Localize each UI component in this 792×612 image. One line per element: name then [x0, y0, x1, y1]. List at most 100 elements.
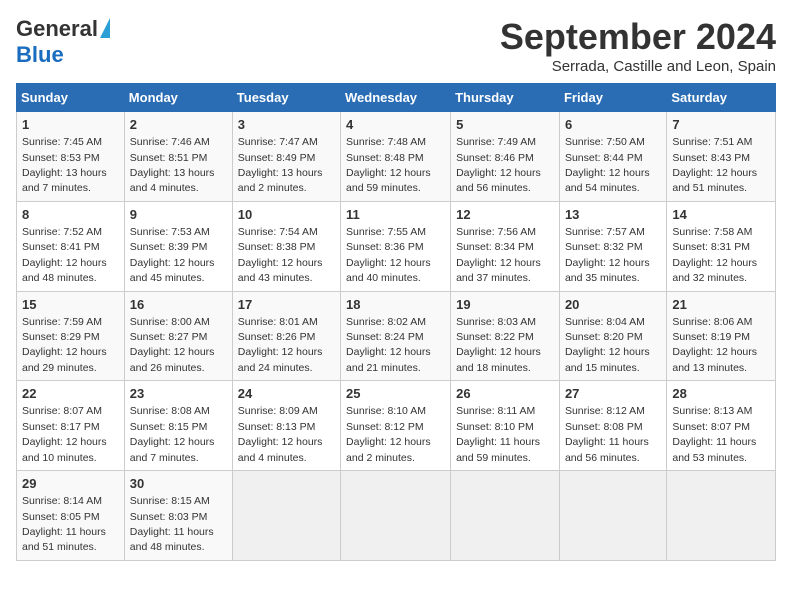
- calendar-cell: 17Sunrise: 8:01 AMSunset: 8:26 PMDayligh…: [232, 291, 340, 381]
- calendar-week-1: 1 Sunrise: 7:45 AMSunset: 8:53 PMDaylight…: [17, 112, 776, 202]
- calendar-cell: 7 Sunrise: 7:51 AMSunset: 8:43 PMDaylight…: [667, 112, 776, 202]
- day-number: 1: [22, 116, 119, 134]
- calendar-cell: 13 Sunrise: 7:57 AMSunset: 8:32 PMDayligh…: [559, 201, 666, 291]
- day-detail: Sunrise: 8:14 AMSunset: 8:05 PMDaylight:…: [22, 495, 106, 553]
- calendar-cell: 23 Sunrise: 8:08 AMSunset: 8:15 PMDayligh…: [124, 381, 232, 471]
- calendar-cell: 10 Sunrise: 7:54 AMSunset: 8:38 PMDayligh…: [232, 201, 340, 291]
- day-detail: Sunrise: 8:03 AMSunset: 8:22 PMDaylight:…: [456, 316, 541, 374]
- page-header: General Blue September 2024 Serrada, Cas…: [16, 16, 776, 75]
- weekday-header-wednesday: Wednesday: [341, 84, 451, 112]
- logo: General Blue: [16, 16, 110, 68]
- calendar-cell: 16Sunrise: 8:00 AMSunset: 8:27 PMDayligh…: [124, 291, 232, 381]
- day-detail: Sunrise: 7:48 AMSunset: 8:48 PMDaylight:…: [346, 136, 431, 194]
- day-number: 2: [130, 116, 227, 134]
- weekday-header-thursday: Thursday: [451, 84, 560, 112]
- day-number: 25: [346, 385, 445, 403]
- calendar-cell: 14 Sunrise: 7:58 AMSunset: 8:31 PMDayligh…: [667, 201, 776, 291]
- calendar-cell: 5Sunrise: 7:49 AMSunset: 8:46 PMDaylight…: [451, 112, 560, 202]
- day-number: 12: [456, 206, 554, 224]
- calendar-body: 1 Sunrise: 7:45 AMSunset: 8:53 PMDaylight…: [17, 112, 776, 561]
- calendar-cell: [451, 471, 560, 561]
- day-detail: Sunrise: 7:59 AMSunset: 8:29 PMDaylight:…: [22, 316, 107, 374]
- day-number: 29: [22, 475, 119, 493]
- calendar-table: SundayMondayTuesdayWednesdayThursdayFrid…: [16, 83, 776, 561]
- weekday-header-monday: Monday: [124, 84, 232, 112]
- calendar-week-5: 29 Sunrise: 8:14 AMSunset: 8:05 PMDayligh…: [17, 471, 776, 561]
- calendar-week-2: 8Sunrise: 7:52 AMSunset: 8:41 PMDaylight…: [17, 201, 776, 291]
- day-detail: Sunrise: 7:57 AMSunset: 8:32 PMDaylight:…: [565, 226, 650, 284]
- day-detail: Sunrise: 8:09 AMSunset: 8:13 PMDaylight:…: [238, 405, 323, 463]
- calendar-cell: 24 Sunrise: 8:09 AMSunset: 8:13 PMDayligh…: [232, 381, 340, 471]
- day-number: 13: [565, 206, 661, 224]
- day-detail: Sunrise: 8:12 AMSunset: 8:08 PMDaylight:…: [565, 405, 649, 463]
- calendar-cell: 18Sunrise: 8:02 AMSunset: 8:24 PMDayligh…: [341, 291, 451, 381]
- day-number: 22: [22, 385, 119, 403]
- day-number: 6: [565, 116, 661, 134]
- day-number: 24: [238, 385, 335, 403]
- day-number: 14: [672, 206, 770, 224]
- calendar-cell: 11 Sunrise: 7:55 AMSunset: 8:36 PMDayligh…: [341, 201, 451, 291]
- calendar-cell: 25 Sunrise: 8:10 AMSunset: 8:12 PMDayligh…: [341, 381, 451, 471]
- calendar-cell: 3 Sunrise: 7:47 AMSunset: 8:49 PMDaylight…: [232, 112, 340, 202]
- calendar-cell: 9Sunrise: 7:53 AMSunset: 8:39 PMDaylight…: [124, 201, 232, 291]
- day-detail: Sunrise: 7:58 AMSunset: 8:31 PMDaylight:…: [672, 226, 757, 284]
- day-number: 21: [672, 296, 770, 314]
- day-detail: Sunrise: 7:56 AMSunset: 8:34 PMDaylight:…: [456, 226, 541, 284]
- calendar-week-3: 15Sunrise: 7:59 AMSunset: 8:29 PMDayligh…: [17, 291, 776, 381]
- calendar-cell: [232, 471, 340, 561]
- calendar-cell: 19 Sunrise: 8:03 AMSunset: 8:22 PMDayligh…: [451, 291, 560, 381]
- day-number: 26: [456, 385, 554, 403]
- day-detail: Sunrise: 8:15 AMSunset: 8:03 PMDaylight:…: [130, 495, 214, 553]
- day-detail: Sunrise: 7:45 AMSunset: 8:53 PMDaylight:…: [22, 136, 107, 194]
- day-number: 28: [672, 385, 770, 403]
- day-number: 8: [22, 206, 119, 224]
- day-detail: Sunrise: 8:13 AMSunset: 8:07 PMDaylight:…: [672, 405, 756, 463]
- calendar-cell: 2Sunrise: 7:46 AMSunset: 8:51 PMDaylight…: [124, 112, 232, 202]
- day-detail: Sunrise: 7:53 AMSunset: 8:39 PMDaylight:…: [130, 226, 215, 284]
- calendar-cell: 12 Sunrise: 7:56 AMSunset: 8:34 PMDayligh…: [451, 201, 560, 291]
- day-number: 3: [238, 116, 335, 134]
- title-area: September 2024 Serrada, Castille and Leo…: [500, 16, 776, 75]
- weekday-header-tuesday: Tuesday: [232, 84, 340, 112]
- day-detail: Sunrise: 7:51 AMSunset: 8:43 PMDaylight:…: [672, 136, 757, 194]
- calendar-cell: 20Sunrise: 8:04 AMSunset: 8:20 PMDayligh…: [559, 291, 666, 381]
- calendar-cell: 4 Sunrise: 7:48 AMSunset: 8:48 PMDaylight…: [341, 112, 451, 202]
- day-detail: Sunrise: 7:47 AMSunset: 8:49 PMDaylight:…: [238, 136, 323, 194]
- calendar-cell: 26 Sunrise: 8:11 AMSunset: 8:10 PMDayligh…: [451, 381, 560, 471]
- day-number: 19: [456, 296, 554, 314]
- day-number: 7: [672, 116, 770, 134]
- day-detail: Sunrise: 7:55 AMSunset: 8:36 PMDaylight:…: [346, 226, 431, 284]
- day-number: 5: [456, 116, 554, 134]
- day-detail: Sunrise: 8:08 AMSunset: 8:15 PMDaylight:…: [130, 405, 215, 463]
- day-number: 30: [130, 475, 227, 493]
- logo-general: General: [16, 16, 98, 42]
- calendar-cell: 29 Sunrise: 8:14 AMSunset: 8:05 PMDayligh…: [17, 471, 125, 561]
- calendar-cell: 30 Sunrise: 8:15 AMSunset: 8:03 PMDayligh…: [124, 471, 232, 561]
- day-detail: Sunrise: 8:06 AMSunset: 8:19 PMDaylight:…: [672, 316, 757, 374]
- day-detail: Sunrise: 8:11 AMSunset: 8:10 PMDaylight:…: [456, 405, 540, 463]
- day-detail: Sunrise: 8:10 AMSunset: 8:12 PMDaylight:…: [346, 405, 431, 463]
- calendar-cell: 28 Sunrise: 8:13 AMSunset: 8:07 PMDayligh…: [667, 381, 776, 471]
- day-number: 27: [565, 385, 661, 403]
- calendar-cell: [559, 471, 666, 561]
- weekday-header-sunday: Sunday: [17, 84, 125, 112]
- day-number: 20: [565, 296, 661, 314]
- day-number: 4: [346, 116, 445, 134]
- day-number: 17: [238, 296, 335, 314]
- day-detail: Sunrise: 7:50 AMSunset: 8:44 PMDaylight:…: [565, 136, 650, 194]
- day-number: 23: [130, 385, 227, 403]
- day-detail: Sunrise: 8:00 AMSunset: 8:27 PMDaylight:…: [130, 316, 215, 374]
- calendar-cell: 27 Sunrise: 8:12 AMSunset: 8:08 PMDayligh…: [559, 381, 666, 471]
- calendar-cell: 1 Sunrise: 7:45 AMSunset: 8:53 PMDaylight…: [17, 112, 125, 202]
- calendar-cell: 22Sunrise: 8:07 AMSunset: 8:17 PMDayligh…: [17, 381, 125, 471]
- day-number: 10: [238, 206, 335, 224]
- calendar-cell: 6 Sunrise: 7:50 AMSunset: 8:44 PMDaylight…: [559, 112, 666, 202]
- month-title: September 2024: [500, 16, 776, 58]
- day-detail: Sunrise: 7:54 AMSunset: 8:38 PMDaylight:…: [238, 226, 323, 284]
- logo-blue: Blue: [16, 42, 64, 67]
- calendar-cell: 21 Sunrise: 8:06 AMSunset: 8:19 PMDayligh…: [667, 291, 776, 381]
- day-number: 11: [346, 206, 445, 224]
- weekday-header-saturday: Saturday: [667, 84, 776, 112]
- calendar-week-4: 22Sunrise: 8:07 AMSunset: 8:17 PMDayligh…: [17, 381, 776, 471]
- day-number: 18: [346, 296, 445, 314]
